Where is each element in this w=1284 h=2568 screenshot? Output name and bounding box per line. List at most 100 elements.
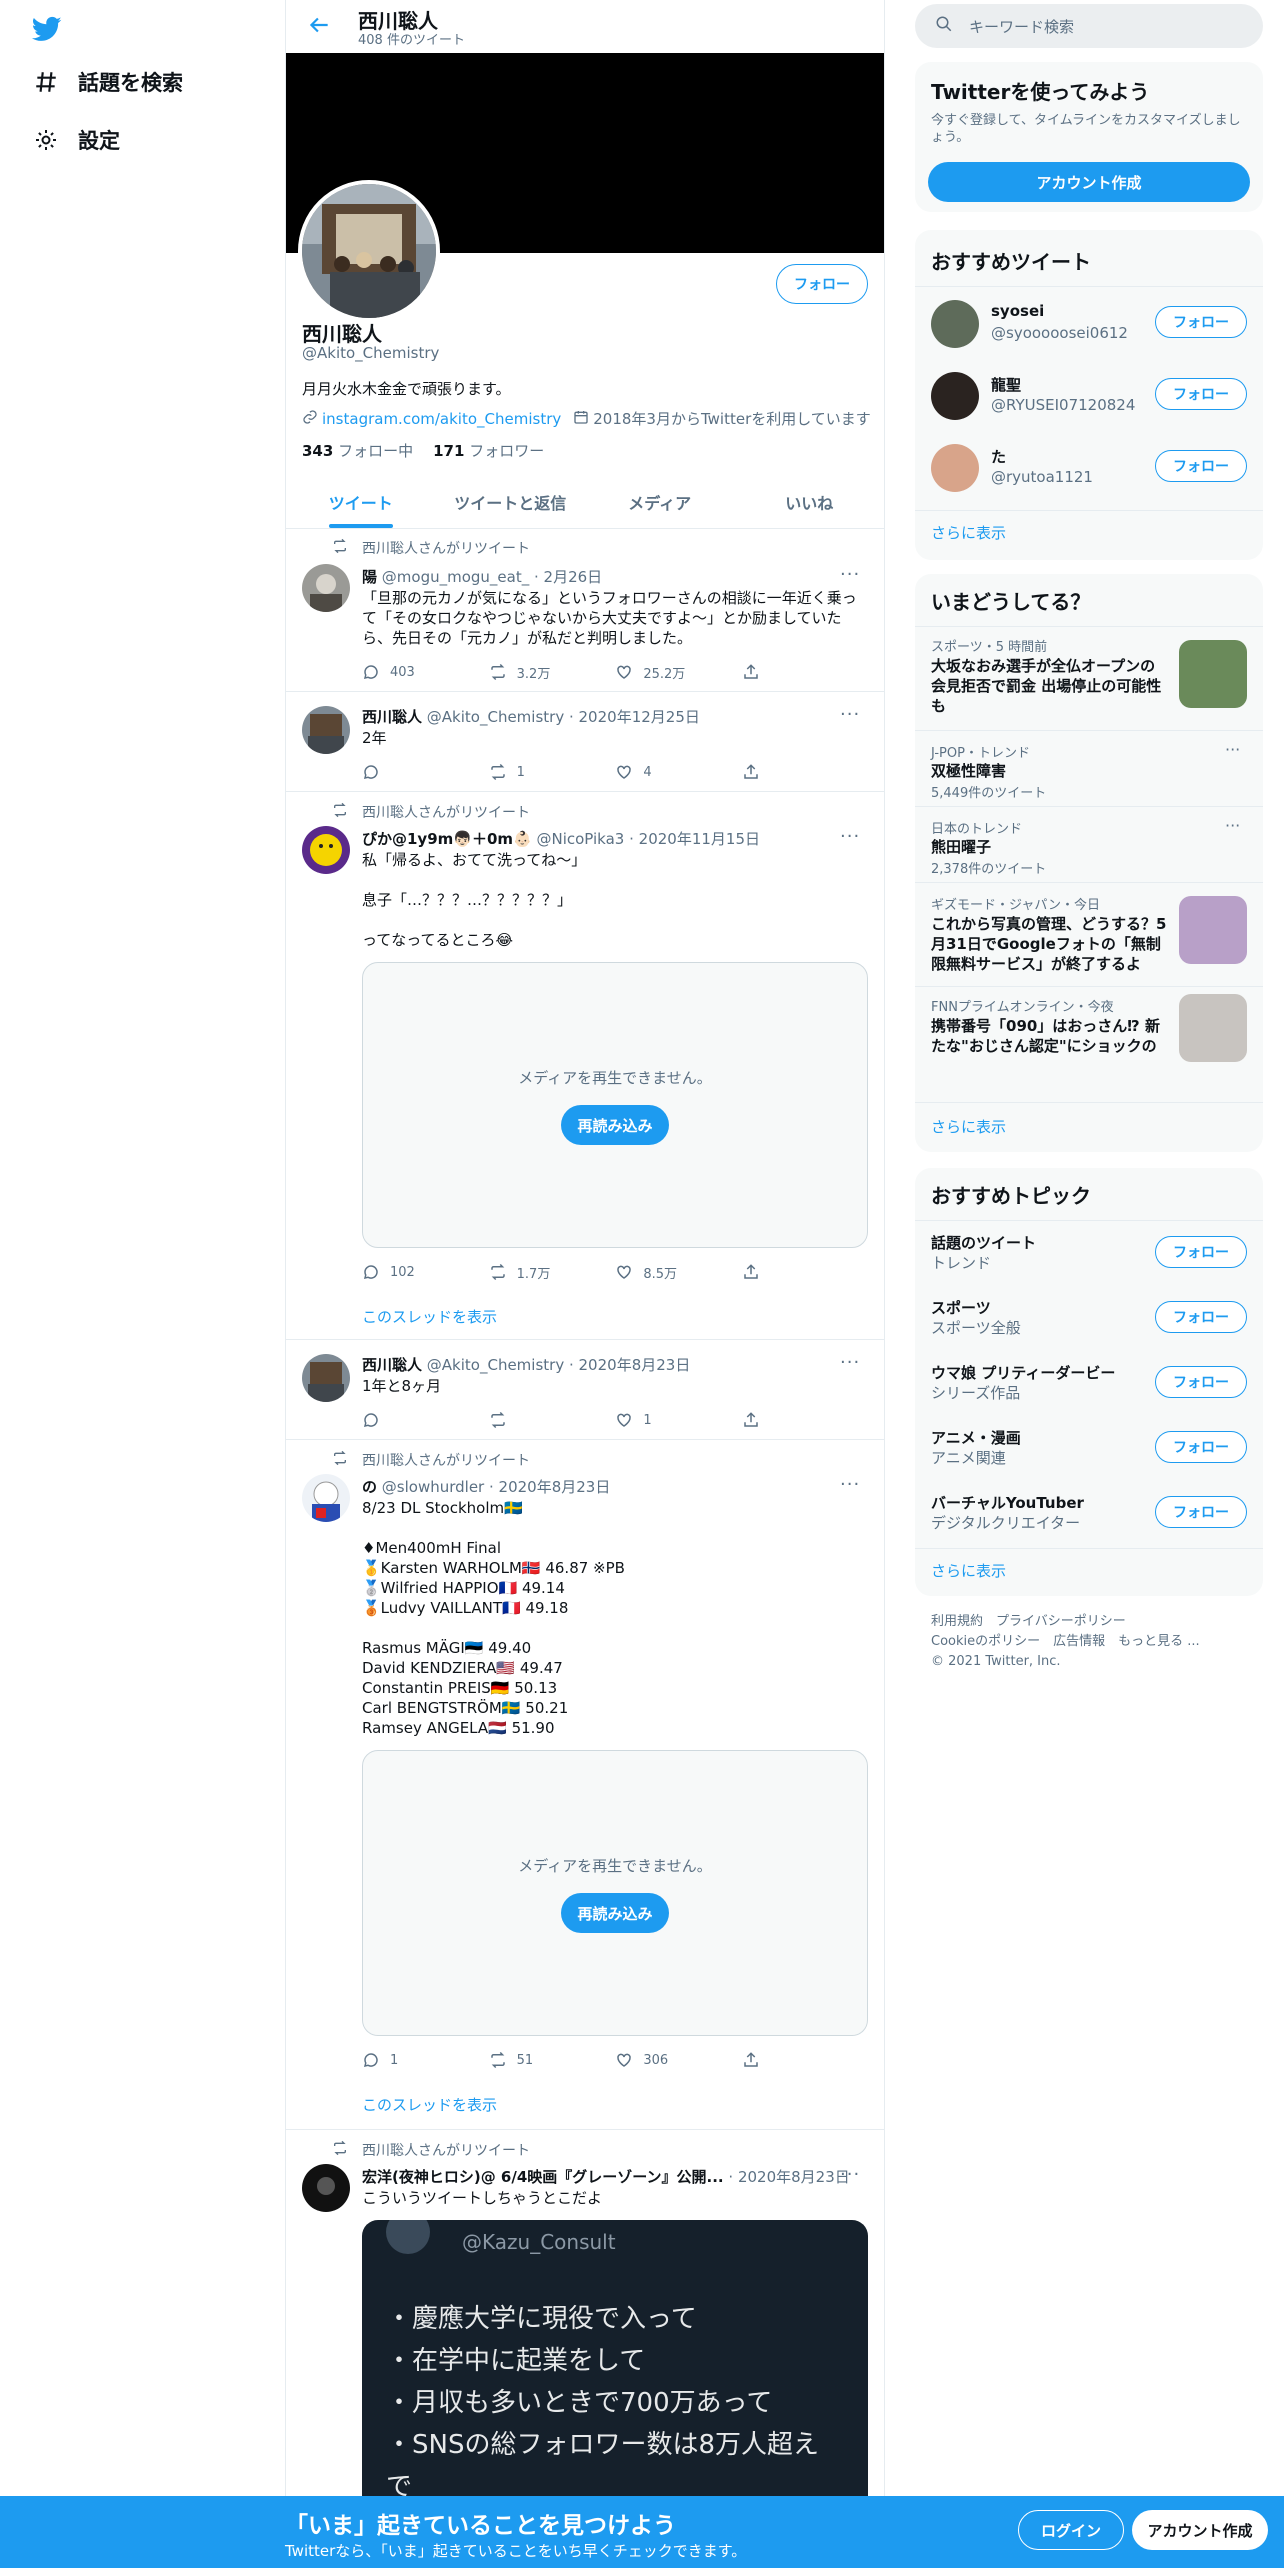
like-button[interactable]: 8.5万 <box>615 1260 715 1284</box>
more-icon[interactable]: ··· <box>840 564 860 585</box>
nav-explore[interactable]: 話題を検索 <box>30 62 183 102</box>
topic-item[interactable]: アニメ・漫画 アニメ関連 フォロー <box>931 1425 1247 1475</box>
trend-item[interactable]: スポーツ・5 時間前 大坂なおみ選手が全仏オープンの会見拒否で罰金 出場停止の可… <box>931 634 1247 724</box>
retweet-button[interactable]: 1.7万 <box>489 1260 589 1284</box>
show-thread-link[interactable]: このスレッドを表示 <box>362 2094 497 2115</box>
suggested-user[interactable]: syosei @syooooosei0612 フォロー <box>931 298 1247 354</box>
follow-button[interactable]: フォロー <box>1155 1366 1247 1398</box>
tweet-avatar[interactable] <box>302 564 350 612</box>
login-button[interactable]: ログイン <box>1018 2510 1124 2550</box>
twitter-logo-icon[interactable] <box>30 14 64 44</box>
tweet[interactable]: 西川聡人さんがリツイート 陽 @mogu_mogu_eat_ · 2月26日 ·… <box>286 530 884 692</box>
share-button[interactable] <box>742 760 782 784</box>
tweet[interactable]: 西川聡人さんがリツイート ぴか@1y9m👦🏻＋0m👶🏻 @NicoPika3 ·… <box>286 792 884 1340</box>
retweet-button[interactable]: 1 <box>489 760 589 784</box>
nav-settings[interactable]: 設定 <box>30 120 120 160</box>
tweet-name[interactable]: 宏洋(夜神ヒロシ)@ 6/4映画『グレーゾーン』公開... <box>362 2168 724 2186</box>
tab-tweets[interactable]: ツイート <box>286 476 436 528</box>
tweet-name[interactable]: の <box>362 1478 377 1496</box>
profile-avatar[interactable] <box>298 180 440 322</box>
more-icon[interactable]: ··· <box>840 1474 860 1495</box>
trend-item[interactable]: ギズモード・ジャパン・今日 これから写真の管理、どうする？5月31日でGoogl… <box>931 892 1247 982</box>
tab-likes[interactable]: いいね <box>735 476 885 528</box>
tweet-avatar[interactable] <box>302 1474 350 1522</box>
create-account-button[interactable]: アカウント作成 <box>928 162 1250 202</box>
tweet-date[interactable]: 2020年8月23日 <box>499 1478 611 1496</box>
tweet-handle[interactable]: @mogu_mogu_eat_ <box>382 568 529 586</box>
topic-item[interactable]: スポーツ スポーツ全般 フォロー <box>931 1295 1247 1345</box>
footer-line[interactable]: 利用規約 プライバシーポリシー <box>931 1612 1200 1632</box>
trend-item[interactable]: FNNプライムオンライン・今夜 携帯番号「090」はおっさん⁉ 新たな"おじさん… <box>931 994 1247 1084</box>
more-icon[interactable]: ··· <box>1225 816 1240 835</box>
reply-button[interactable] <box>362 1408 462 1432</box>
follow-button[interactable]: フォロー <box>1155 1236 1247 1268</box>
profile-follow-button[interactable]: フォロー <box>776 264 868 304</box>
tab-tweets-replies[interactable]: ツイートと返信 <box>436 476 586 528</box>
followers-stat[interactable]: 171 フォロワー <box>433 440 544 461</box>
tab-media[interactable]: メディア <box>585 476 735 528</box>
tweet-name[interactable]: 西川聡人 <box>362 1356 422 1374</box>
tweet-handle[interactable]: @Akito_Chemistry <box>427 1356 564 1374</box>
like-button[interactable]: 1 <box>615 1408 715 1432</box>
tweet-avatar[interactable] <box>302 706 350 754</box>
signup-button[interactable]: アカウント作成 <box>1132 2510 1268 2550</box>
back-arrow-icon[interactable] <box>306 12 336 42</box>
follow-button[interactable]: フォロー <box>1155 1301 1247 1333</box>
footer-line[interactable]: Cookieのポリシー 広告情報 もっと見る ... <box>931 1632 1200 1652</box>
show-thread-link[interactable]: このスレッドを表示 <box>362 1306 497 1327</box>
tweet-name[interactable]: ぴか@1y9m👦🏻＋0m👶🏻 <box>362 830 532 848</box>
tweet-date[interactable]: 2020年11月15日 <box>639 830 760 848</box>
suggested-user[interactable]: た @ryutoa1121 フォロー <box>931 442 1247 498</box>
share-button[interactable] <box>742 2048 782 2072</box>
tweet[interactable]: 西川聡人さんがリツイート の @slowhurdler · 2020年8月23日… <box>286 1440 884 2130</box>
tweet-avatar[interactable] <box>302 2164 350 2212</box>
follow-button[interactable]: フォロー <box>1155 378 1247 410</box>
quoted-image[interactable]: @Kazu_Consult ・慶應大学に現役で入って ・在学中に起業をして ・月… <box>362 2220 868 2540</box>
more-icon[interactable]: ··· <box>840 1352 860 1373</box>
topic-item[interactable]: 話題のツイート トレンド フォロー <box>931 1230 1247 1280</box>
like-button[interactable]: 25.2万 <box>615 660 715 684</box>
reply-button[interactable]: 1 <box>362 2048 462 2072</box>
tweet-handle[interactable]: @Akito_Chemistry <box>427 708 564 726</box>
share-button[interactable] <box>742 1408 782 1432</box>
trend-item[interactable]: J-POP・トレンド 双極性障害 5,449件のツイート ··· <box>931 740 1247 801</box>
more-icon[interactable]: ··· <box>840 826 860 847</box>
share-button[interactable] <box>742 660 782 684</box>
reply-button[interactable]: 102 <box>362 1260 462 1284</box>
more-icon[interactable]: ··· <box>1225 740 1240 759</box>
like-button[interactable]: 306 <box>615 2048 715 2072</box>
follow-button[interactable]: フォロー <box>1155 1431 1247 1463</box>
retweet-button[interactable]: 3.2万 <box>489 660 589 684</box>
reload-button[interactable]: 再読み込み <box>561 1893 669 1933</box>
trend-item[interactable]: 日本のトレンド 熊田曜子 2,378件のツイート ··· <box>931 816 1247 877</box>
more-icon[interactable]: ··· <box>840 704 860 725</box>
reload-button[interactable]: 再読み込み <box>561 1105 669 1145</box>
share-button[interactable] <box>742 1260 782 1284</box>
retweet-button[interactable]: 51 <box>489 2048 589 2072</box>
tweet-date[interactable]: 2020年8月23日 <box>738 2168 850 2186</box>
topic-item[interactable]: バーチャルYouTuber デジタルクリエイター フォロー <box>931 1490 1247 1540</box>
like-button[interactable]: 4 <box>615 760 715 784</box>
reply-button[interactable] <box>362 760 462 784</box>
tweet-handle[interactable]: @NicoPika3 <box>536 830 624 848</box>
profile-link[interactable]: instagram.com/akito_Chemistry <box>322 410 561 428</box>
show-more-link[interactable]: さらに表示 <box>931 522 1006 543</box>
follow-button[interactable]: フォロー <box>1155 306 1247 338</box>
tweet-date[interactable]: 2020年12月25日 <box>579 708 700 726</box>
more-icon[interactable]: ··· <box>840 2164 860 2185</box>
tweet-avatar[interactable] <box>302 826 350 874</box>
search-input[interactable]: キーワード検索 <box>915 4 1263 48</box>
retweet-button[interactable] <box>489 1408 589 1432</box>
suggested-user[interactable]: 龍聖 @RYUSEI07120824 フォロー <box>931 370 1247 426</box>
tweet-name[interactable]: 西川聡人 <box>362 708 422 726</box>
tweet-date[interactable]: 2020年8月23日 <box>579 1356 691 1374</box>
tweet[interactable]: 西川聡人 @Akito_Chemistry · 2020年8月23日 ··· 1… <box>286 1340 884 1440</box>
reply-button[interactable]: 403 <box>362 660 462 684</box>
show-more-link[interactable]: さらに表示 <box>931 1560 1006 1581</box>
follow-button[interactable]: フォロー <box>1155 1496 1247 1528</box>
tweet-date[interactable]: 2月26日 <box>544 568 603 586</box>
follow-button[interactable]: フォロー <box>1155 450 1247 482</box>
topic-item[interactable]: ウマ娘 プリティーダービー シリーズ作品 フォロー <box>931 1360 1247 1410</box>
following-stat[interactable]: 343 フォロー中 <box>302 440 413 461</box>
tweet-avatar[interactable] <box>302 1354 350 1402</box>
